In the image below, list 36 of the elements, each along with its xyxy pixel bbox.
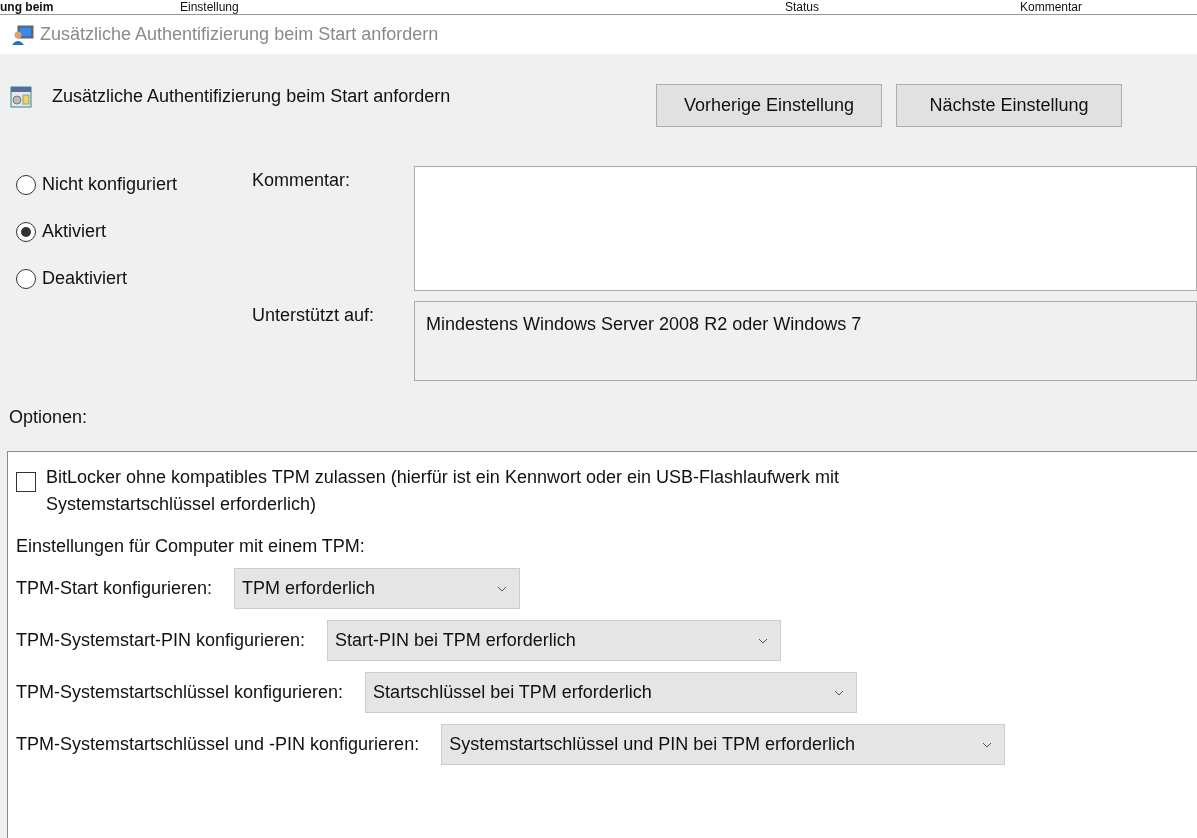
radio-button[interactable] xyxy=(16,174,36,195)
chevron-down-icon xyxy=(758,637,769,644)
chevron-down-icon xyxy=(834,689,845,696)
field-label: Kommentar: xyxy=(252,169,352,192)
computer-user-icon xyxy=(12,24,34,45)
column-header: ung beim xyxy=(0,0,54,14)
radio-button[interactable] xyxy=(16,268,36,289)
navigation-button[interactable]: Vorherige Einstellung xyxy=(656,84,882,127)
dropdown-label: TPM-Systemstartschlüssel konfigurieren: xyxy=(16,682,344,703)
column-header: Status xyxy=(785,0,820,14)
column-header: Kommentar xyxy=(1020,0,1083,14)
window-title: Zusätzliche Authentifizierung beim Start anfordern xyxy=(40,24,439,45)
radio-label[interactable]: Deaktiviert xyxy=(42,268,128,289)
dropdown[interactable]: Start-PIN bei TPM erforderlich xyxy=(327,620,782,661)
radio-label[interactable]: Nicht konfiguriert xyxy=(42,174,178,195)
column-header: Einstellung xyxy=(180,0,239,14)
dropdown[interactable]: Systemstartschlüssel und PIN bei TPM erforderlich xyxy=(441,724,1006,765)
navigation-button[interactable]: Nächste Einstellung xyxy=(896,84,1122,127)
field-label: Unterstützt auf: xyxy=(252,304,376,327)
dropdown[interactable]: Startschlüssel bei TPM erforderlich xyxy=(365,672,858,713)
comment-field[interactable] xyxy=(414,166,1197,291)
checkbox-label[interactable]: BitLocker ohne kompatibles TPM zulassen (hierfür ist ein Kennwort oder ein USB-Flashlaufwerk mit Systemstartschlüssel erforderlich) xyxy=(46,464,976,518)
radio-label[interactable]: Aktiviert xyxy=(42,221,106,242)
section-label: Einstellungen für Computer mit einem TPM: xyxy=(16,536,366,557)
dropdown[interactable]: TPM erforderlich xyxy=(234,568,521,609)
chevron-down-icon xyxy=(982,741,993,748)
chevron-down-icon xyxy=(497,585,508,592)
policy-setting-icon xyxy=(10,86,32,108)
setting-title: Zusätzliche Authentifizierung beim Start anfordern xyxy=(52,86,451,107)
dropdown-label: TPM-Systemstart-PIN konfigurieren: xyxy=(16,630,306,651)
supported-on-field: Mindestens Windows Server 2008 R2 oder Windows 7 xyxy=(414,301,1197,381)
dropdown-label: TPM-Systemstartschlüssel und -PIN konfigurieren: xyxy=(16,734,420,755)
radio-button[interactable] xyxy=(16,221,36,242)
dropdown-label: TPM-Start konfigurieren: xyxy=(16,578,213,599)
section-label: Optionen: xyxy=(8,406,89,429)
checkbox[interactable] xyxy=(16,472,36,492)
